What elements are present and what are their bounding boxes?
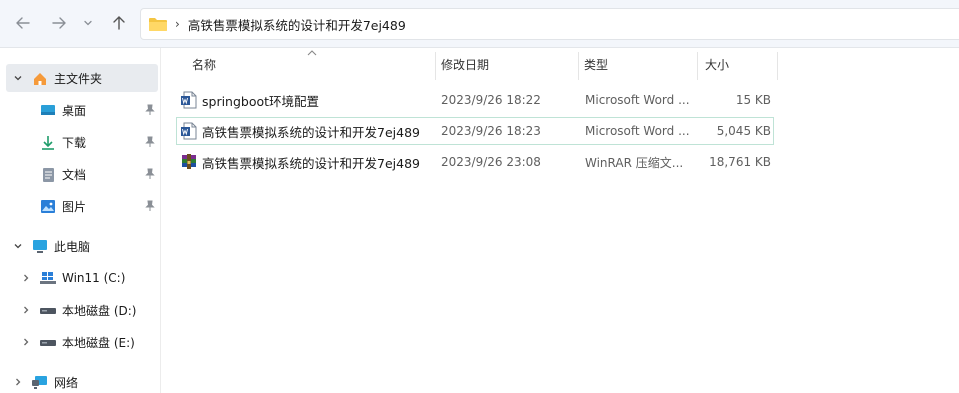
windows-drive-icon	[40, 270, 56, 286]
file-size: 15 KB	[735, 93, 771, 107]
file-name[interactable]: springboot环境配置	[202, 91, 319, 110]
table-row[interactable]: 高铁售票模拟系统的设计和开发7ej489 2023/9/26 23:08 Win…	[176, 148, 774, 176]
chevron-right-icon[interactable]	[20, 304, 32, 316]
sidebar-item-home[interactable]: 主文件夹	[6, 64, 158, 92]
sidebar-item-label: 文档	[62, 168, 87, 182]
network-icon	[32, 375, 48, 391]
file-modified: 2023/9/26 23:08	[441, 155, 541, 169]
chevron-right-icon[interactable]	[12, 376, 24, 388]
sidebar-item-label: Win11 (C:)	[62, 271, 126, 285]
sidebar-item-pictures[interactable]: 图片	[0, 192, 161, 220]
column-header-name[interactable]: 名称	[184, 48, 436, 80]
back-button[interactable]	[12, 12, 34, 34]
file-type: Microsoft Word ...	[585, 93, 690, 107]
sidebar-item-label: 本地磁盘 (D:)	[62, 304, 137, 318]
column-header-size[interactable]: 大小	[697, 48, 777, 80]
sidebar-item-label: 主文件夹	[54, 72, 103, 86]
chevron-right-icon: ›	[175, 17, 180, 31]
chevron-down-icon[interactable]	[12, 240, 24, 252]
up-button[interactable]	[108, 12, 130, 34]
word-icon	[180, 122, 198, 140]
address-bar[interactable]: › 高铁售票模拟系统的设计和开发7ej489	[140, 8, 959, 40]
arrow-left-icon	[16, 17, 30, 29]
folder-icon	[149, 18, 167, 31]
download-icon	[40, 135, 56, 151]
hard-drive-icon	[40, 335, 56, 351]
sidebar-item-label: 下载	[62, 136, 87, 150]
word-icon	[180, 91, 198, 109]
sidebar-item-label: 图片	[62, 200, 87, 214]
navigation-bar: › 高铁售票模拟系统的设计和开发7ej489	[0, 0, 959, 48]
pin-icon[interactable]	[145, 136, 155, 148]
hard-drive-icon	[40, 303, 56, 319]
pin-icon[interactable]	[145, 200, 155, 212]
file-modified: 2023/9/26 18:23	[441, 124, 541, 138]
sidebar-item-label: 此电脑	[54, 240, 91, 254]
column-header-modified[interactable]: 修改日期	[433, 48, 577, 80]
chevron-down-icon[interactable]	[12, 72, 24, 84]
sidebar-item-drive-d[interactable]: 本地磁盘 (D:)	[0, 296, 161, 324]
sidebar-item-label: 桌面	[62, 104, 87, 118]
chevron-down-icon	[84, 20, 92, 26]
column-header-type[interactable]: 类型	[576, 48, 696, 80]
breadcrumb-current-folder[interactable]: 高铁售票模拟系统的设计和开发7ej489	[188, 15, 406, 34]
sidebar-item-drive-e[interactable]: 本地磁盘 (E:)	[0, 328, 161, 356]
arrow-right-icon	[52, 17, 66, 29]
file-name[interactable]: 高铁售票模拟系统的设计和开发7ej489	[202, 122, 420, 141]
table-row[interactable]: 高铁售票模拟系统的设计和开发7ej489 2023/9/26 18:23 Mic…	[176, 117, 774, 145]
desktop-icon	[40, 103, 56, 119]
arrow-up-icon	[113, 16, 125, 30]
sidebar-item-documents[interactable]: 文档	[0, 160, 161, 188]
recent-locations-button[interactable]	[80, 12, 96, 34]
computer-icon	[32, 239, 48, 255]
sidebar-item-label: 网络	[54, 376, 79, 390]
document-icon	[40, 167, 56, 183]
chevron-right-icon[interactable]	[20, 336, 32, 348]
sidebar-item-this-pc[interactable]: 此电脑	[0, 232, 161, 260]
sidebar-item-drive-c[interactable]: Win11 (C:)	[0, 264, 161, 292]
file-type: Microsoft Word ...	[585, 124, 690, 138]
file-list: 名称 修改日期 类型 大小 springboot环境配置 2023/9/26 1…	[162, 48, 959, 393]
file-size: 5,045 KB	[716, 124, 771, 138]
sidebar-item-label: 本地磁盘 (E:)	[62, 336, 135, 350]
file-name[interactable]: 高铁售票模拟系统的设计和开发7ej489	[202, 153, 420, 172]
file-size: 18,761 KB	[709, 155, 771, 169]
pin-icon[interactable]	[145, 168, 155, 180]
table-row[interactable]: springboot环境配置 2023/9/26 18:22 Microsoft…	[176, 86, 774, 114]
sidebar-item-downloads[interactable]: 下载	[0, 128, 161, 156]
navigation-pane: 主文件夹 桌面 下载 文档 图片 此电脑 Win11 (C:) 本地磁盘 (D:…	[0, 48, 161, 393]
picture-icon	[40, 199, 56, 215]
forward-button[interactable]	[48, 12, 70, 34]
sidebar-item-desktop[interactable]: 桌面	[0, 96, 161, 124]
file-modified: 2023/9/26 18:22	[441, 93, 541, 107]
winrar-icon	[180, 153, 198, 171]
file-type: WinRAR 压缩文...	[585, 155, 684, 170]
column-divider[interactable]	[777, 52, 778, 80]
sidebar-item-network[interactable]: 网络	[0, 368, 161, 393]
home-icon	[32, 71, 48, 87]
chevron-right-icon[interactable]	[20, 272, 32, 284]
pin-icon[interactable]	[145, 104, 155, 116]
